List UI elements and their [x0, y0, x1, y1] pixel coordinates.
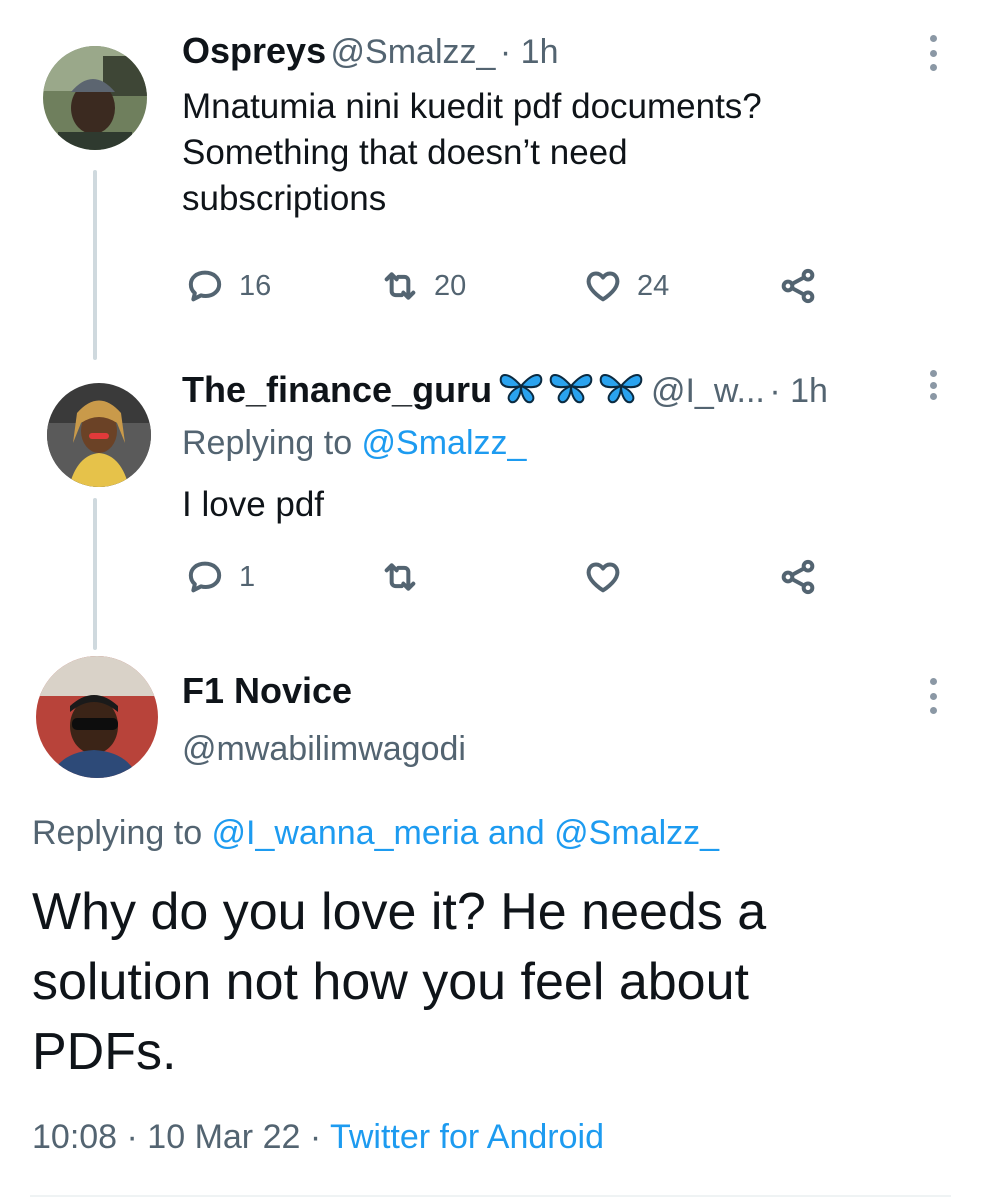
butterfly-emoji [497, 366, 647, 411]
reply-icon [188, 561, 222, 593]
tweet1-text-line: subscriptions [182, 179, 387, 218]
share-icon [781, 559, 815, 595]
tweet2-replying-line: Replying to @Smalzz_ [182, 424, 526, 463]
retweet-icon [384, 272, 416, 300]
tweet2-header: The_finance_guru @I_w... · 1h [182, 366, 828, 411]
tweet1-text-line: Something that doesn’t need [182, 133, 628, 172]
tweet2-display-name[interactable]: The_finance_guru [182, 369, 492, 410]
source-link[interactable]: Twitter for Android [330, 1118, 604, 1156]
timestamp[interactable]: 10:08 · 10 Mar 22 · [32, 1118, 330, 1156]
main-handle[interactable]: @mwabilimwagodi [182, 730, 466, 769]
retweet-count: 20 [434, 269, 467, 302]
tweet2-text: I love pdf [182, 485, 325, 524]
tweet1-header: Ospreys @Smalzz_ · 1h [182, 30, 558, 72]
avatar-ospreys[interactable] [43, 46, 147, 150]
like-button[interactable] [583, 557, 623, 597]
like-button[interactable]: 24 [583, 266, 669, 306]
reply-count: 1 [239, 560, 256, 593]
replying-to-link[interactable]: @I_wanna_meria and @Smalzz_ [212, 814, 720, 852]
share-button[interactable] [778, 557, 818, 597]
more-icon[interactable] [923, 370, 943, 400]
like-icon [586, 271, 620, 302]
retweet-button[interactable]: 20 [380, 266, 466, 306]
reply-button[interactable]: 16 [185, 266, 271, 306]
reply-icon [188, 270, 222, 302]
thread-line [93, 170, 97, 360]
tweet1-time[interactable]: · 1h [500, 33, 559, 71]
avatar-f1-novice[interactable] [36, 656, 158, 778]
more-icon[interactable] [923, 35, 943, 71]
reply-count: 16 [239, 269, 272, 302]
main-text-line: solution not how you feel about [32, 953, 749, 1011]
like-count: 24 [637, 269, 670, 302]
tweet1-text: Mnatumia nini kuedit pdf documents? Some… [182, 84, 762, 222]
tweet2-handle[interactable]: @I_w... [651, 372, 765, 410]
share-button[interactable] [778, 266, 818, 306]
thread-line [93, 498, 97, 650]
retweet-icon [384, 563, 416, 591]
divider [30, 1195, 951, 1197]
retweet-button[interactable] [380, 557, 420, 597]
more-icon[interactable] [923, 678, 943, 714]
replying-prefix: Replying to [32, 814, 212, 852]
tweet1-text-line: Mnatumia nini kuedit pdf documents? [182, 87, 762, 126]
replying-prefix: Replying to [182, 424, 362, 462]
reply-button[interactable]: 1 [185, 557, 255, 597]
tweet1-handle[interactable]: @Smalzz_ [331, 33, 496, 71]
tweet2-time[interactable]: · 1h [769, 372, 828, 410]
avatar-finance-guru[interactable] [47, 383, 151, 487]
main-tweet-text: Why do you love it? He needs a solution … [32, 877, 766, 1087]
main-timestamp-line: 10:08 · 10 Mar 22 · Twitter for Android [32, 1118, 604, 1157]
replying-to-link[interactable]: @Smalzz_ [362, 424, 527, 462]
tweet1-display-name[interactable]: Ospreys [182, 30, 326, 71]
main-text-line: PDFs. [32, 1023, 177, 1081]
main-text-line: Why do you love it? He needs a [32, 883, 767, 941]
like-icon [586, 562, 620, 593]
share-icon [781, 268, 815, 304]
main-display-name[interactable]: F1 Novice [182, 670, 352, 712]
main-replying-line: Replying to @I_wanna_meria and @Smalzz_ [32, 814, 719, 853]
